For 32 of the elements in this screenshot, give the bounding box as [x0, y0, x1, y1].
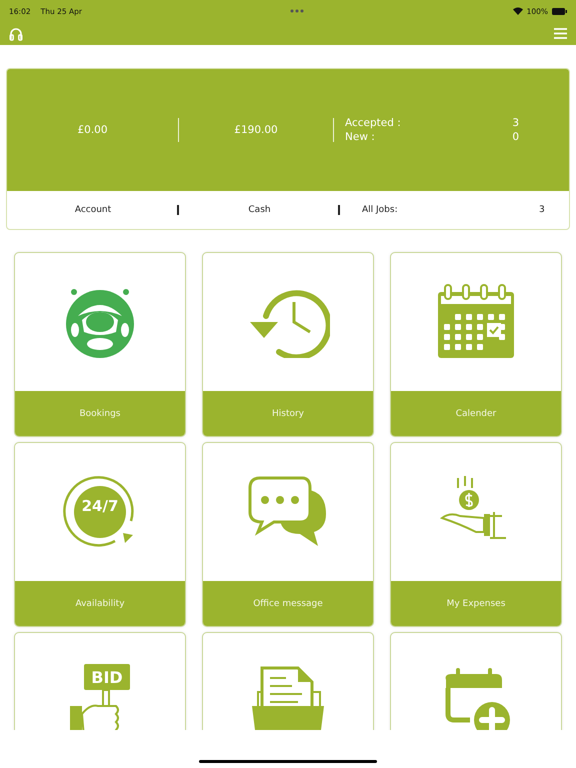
tile-label: My Expenses	[391, 581, 561, 626]
all-jobs-label: All Jobs:	[362, 205, 398, 215]
tile-label: Calender	[391, 391, 561, 436]
all-jobs-value: 3	[539, 205, 545, 215]
tile-label: Office message	[203, 581, 373, 626]
battery-icon	[552, 8, 568, 14]
tile-label: Bookings	[15, 391, 185, 436]
tile-label: History	[203, 391, 373, 436]
headphones-icon[interactable]	[9, 26, 23, 40]
multitasking-dots-icon	[290, 9, 304, 13]
menu-tile[interactable]: Office message	[202, 442, 374, 627]
menu-tile[interactable]: History	[202, 252, 374, 437]
calendar-icon	[436, 284, 516, 360]
menu-tile[interactable]: BID	[14, 632, 186, 730]
menu-tile[interactable]: Calender	[390, 252, 562, 437]
menu-icon[interactable]	[554, 28, 567, 39]
account-amount: £0.00	[77, 124, 108, 136]
account-label: Account	[74, 205, 112, 215]
menu-tile[interactable]: 24/7 Availability	[14, 442, 186, 627]
job-count-label: New :	[345, 131, 376, 143]
cash-label: Cash	[248, 205, 271, 215]
wifi-icon	[512, 7, 523, 15]
job-count-value: 3	[512, 117, 519, 129]
cash-amount: £190.00	[234, 124, 278, 136]
menu-tile[interactable]: My Expenses	[390, 442, 562, 627]
folder-with-document-icon	[252, 666, 324, 730]
tile-label: Availability	[15, 581, 185, 626]
24-7-text: 24/7	[80, 497, 120, 515]
menu-tile[interactable]: Bookings	[14, 252, 186, 437]
job-count-label: Accepted :	[345, 117, 402, 129]
steering-wheel-icon	[64, 286, 136, 358]
job-count-value: 0	[512, 131, 519, 143]
